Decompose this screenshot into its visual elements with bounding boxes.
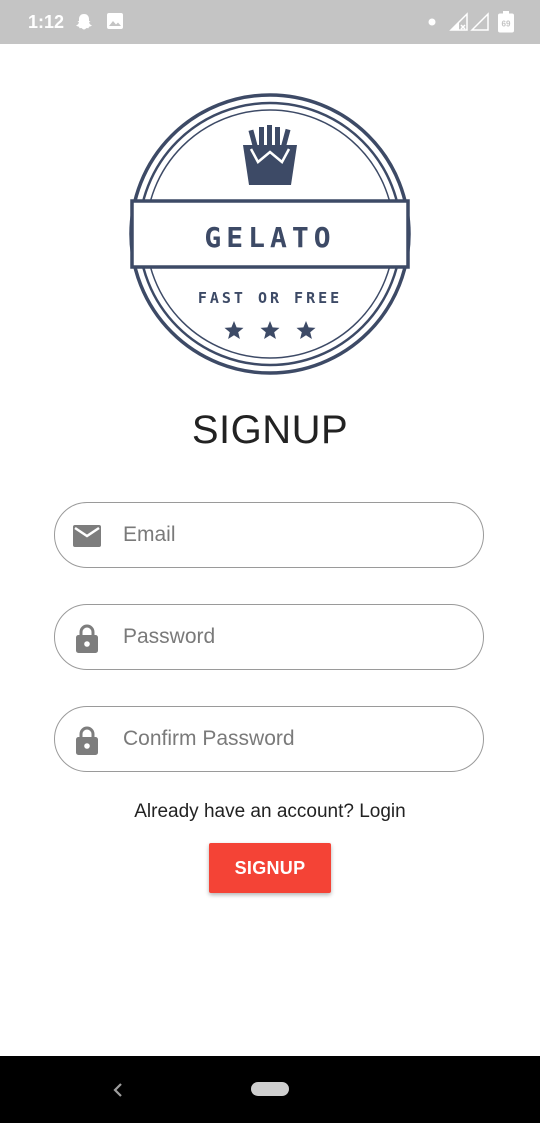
fries-icon	[243, 125, 297, 185]
signup-button[interactable]: SIGNUP	[209, 843, 331, 893]
confirm-password-input[interactable]	[123, 707, 463, 771]
lock-icon	[76, 624, 98, 653]
image-icon	[107, 13, 123, 29]
battery-icon: 69	[498, 11, 514, 33]
status-time: 1:12	[28, 12, 65, 32]
lock-icon	[76, 726, 98, 755]
stars-icon	[224, 321, 316, 339]
status-bar: 1:12 69	[0, 0, 540, 44]
logo-brand: GELATO	[204, 221, 335, 254]
notification-dot-icon	[428, 18, 436, 26]
page-title: SIGNUP	[191, 408, 349, 452]
login-link[interactable]: Already have an account? Login	[0, 801, 540, 823]
cell-signal-icon	[449, 12, 468, 31]
logo-tagline: FAST OR FREE	[198, 289, 342, 307]
back-icon[interactable]	[108, 1080, 128, 1100]
password-input[interactable]	[123, 605, 463, 669]
snapchat-icon	[76, 14, 92, 30]
confirm-password-field[interactable]	[54, 706, 484, 772]
email-input[interactable]	[123, 503, 463, 567]
home-pill-icon[interactable]	[250, 1081, 290, 1097]
password-field[interactable]	[54, 604, 484, 670]
svg-text:69: 69	[502, 20, 511, 29]
mail-icon	[73, 525, 101, 547]
wifi-off-icon	[470, 12, 489, 31]
email-field[interactable]	[54, 502, 484, 568]
navigation-bar	[0, 1056, 540, 1123]
gelato-logo: GELATO FAST OR FREE	[129, 93, 411, 375]
